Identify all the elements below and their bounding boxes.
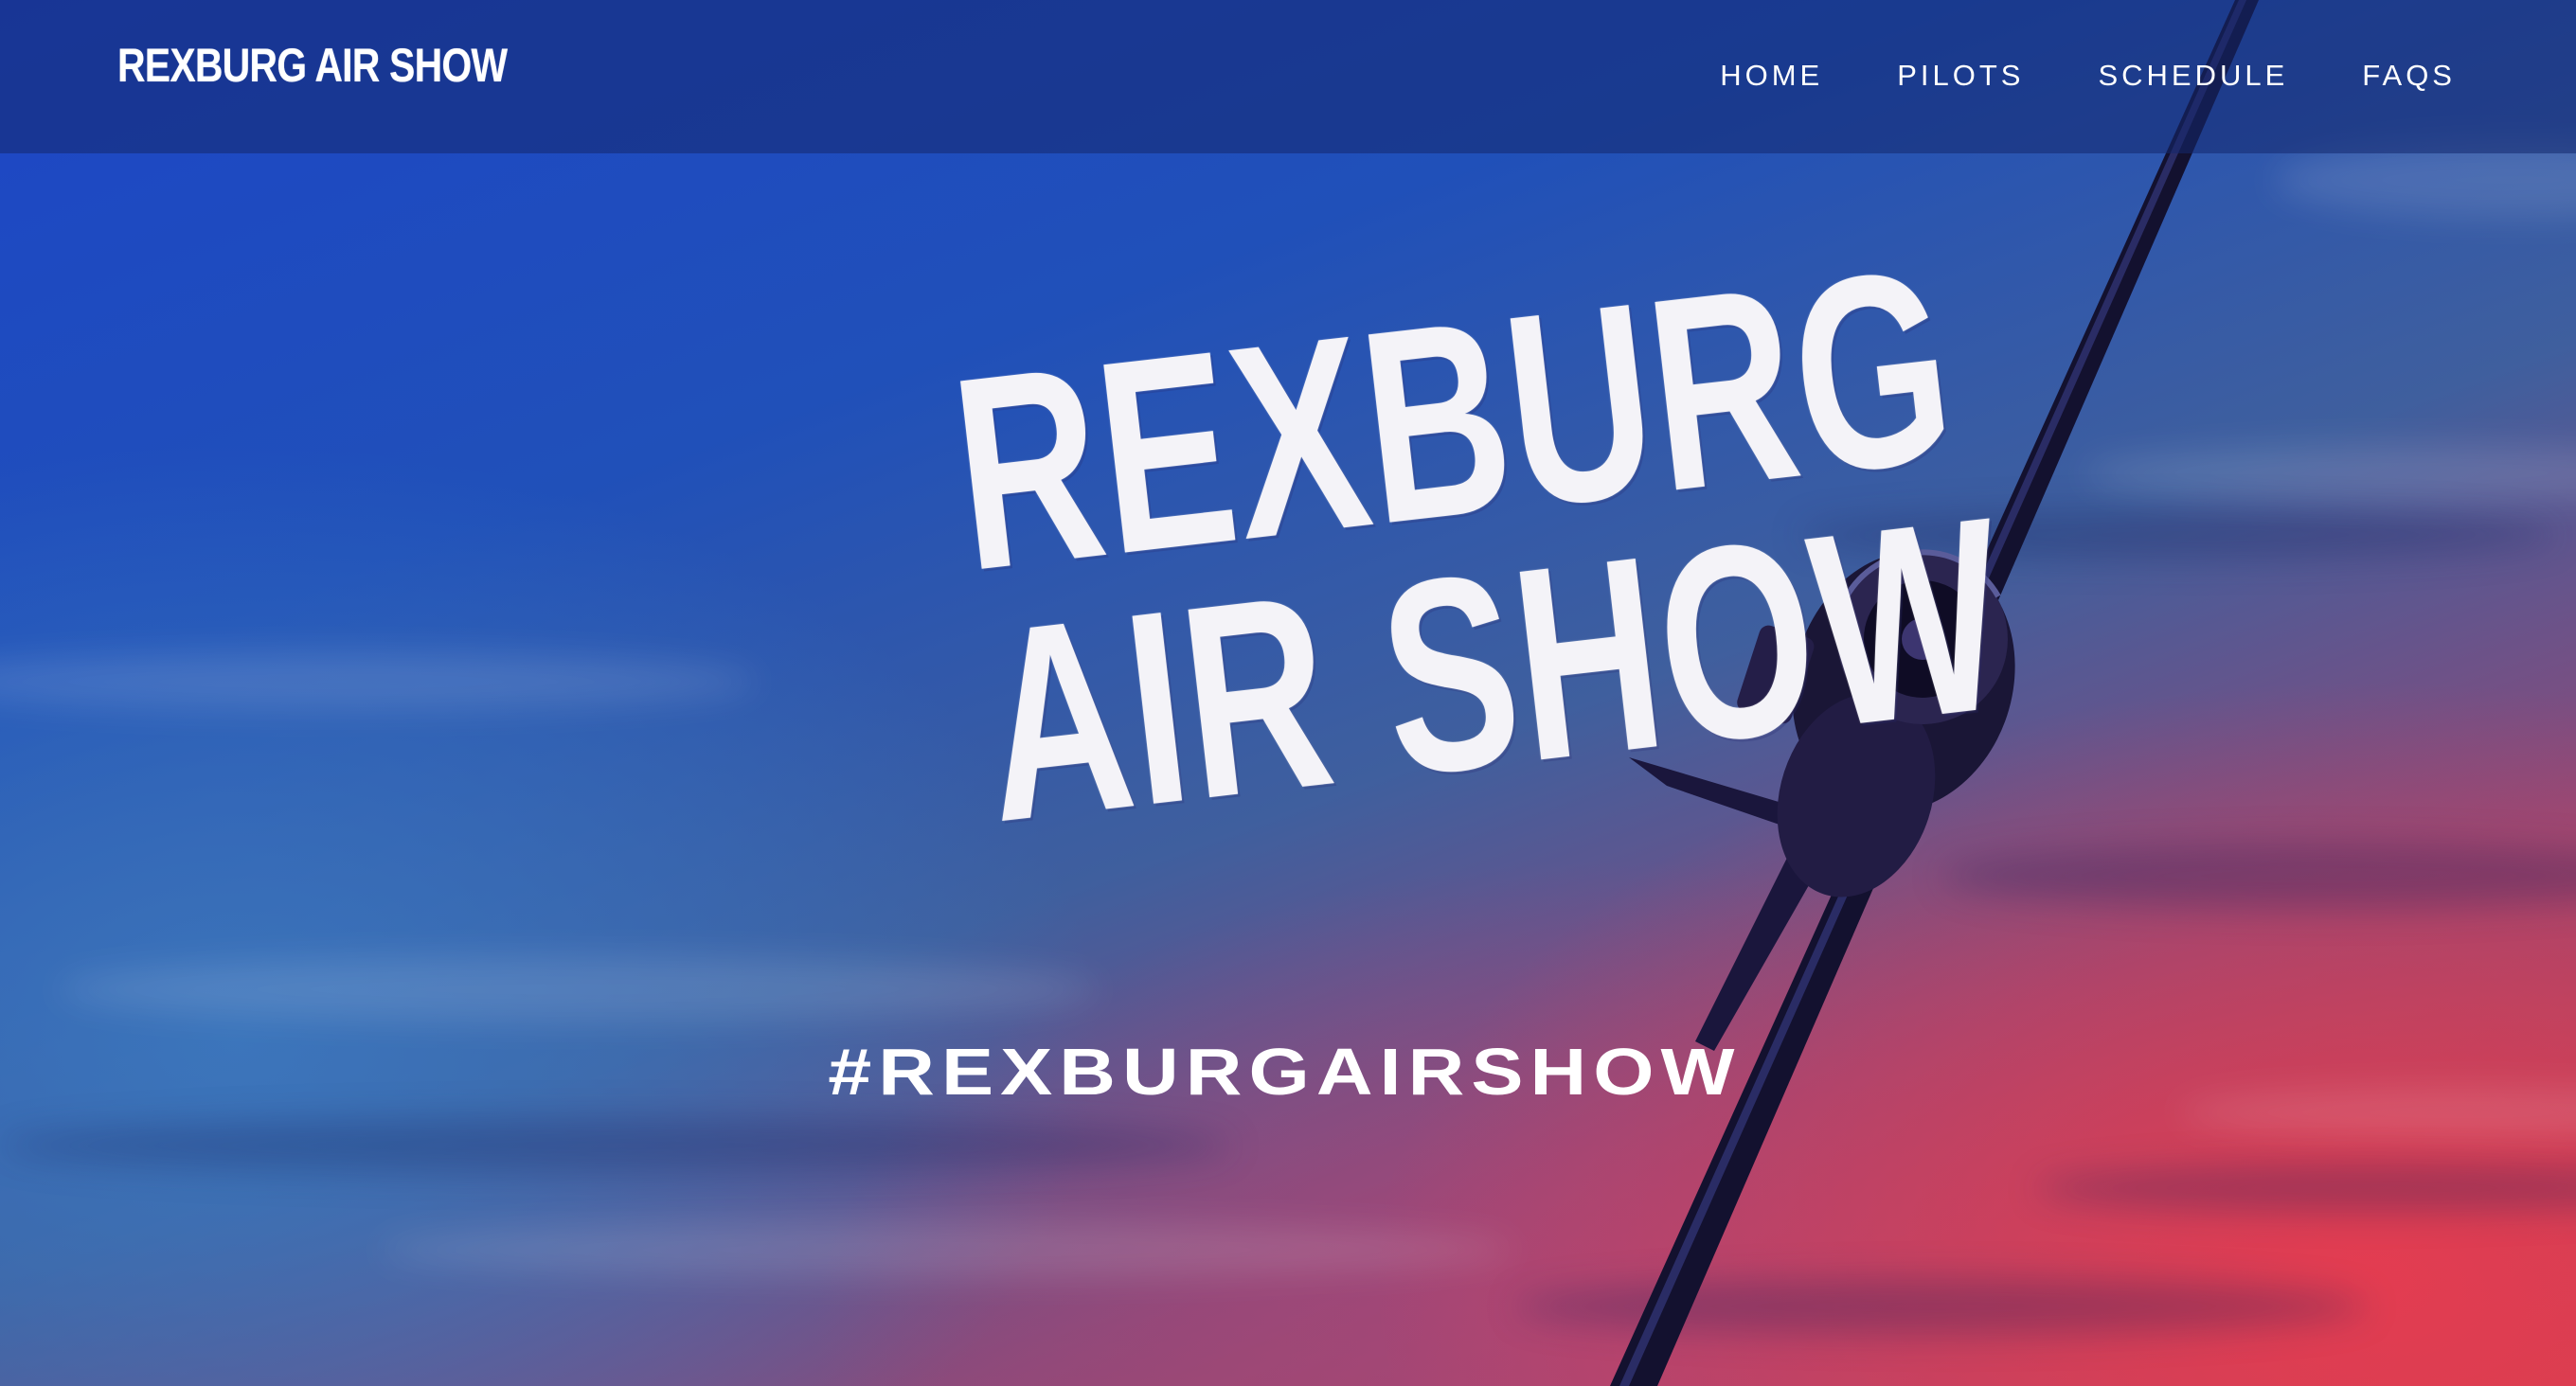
nav-schedule[interactable]: SCHEDULE bbox=[2098, 59, 2288, 93]
hero-logo: REXBURG AIR SHOW bbox=[817, 211, 2019, 880]
hero-logo-line2: AIR SHOW bbox=[969, 458, 2019, 880]
brand-logo[interactable]: REXBURG AIR SHOW bbox=[117, 38, 508, 93]
hashtag-text: #REXBURGAIRSHOW bbox=[828, 1035, 1742, 1109]
nav-faqs[interactable]: FAQS bbox=[2362, 59, 2456, 93]
nav-home[interactable]: HOME bbox=[1720, 59, 1823, 93]
nav-pilots[interactable]: PILOTS bbox=[1897, 59, 2024, 93]
top-navigation-bar: REXBURG AIR SHOW HOME PILOTS SCHEDULE FA… bbox=[0, 0, 2576, 153]
main-nav: HOME PILOTS SCHEDULE FAQS bbox=[1720, 59, 2456, 93]
